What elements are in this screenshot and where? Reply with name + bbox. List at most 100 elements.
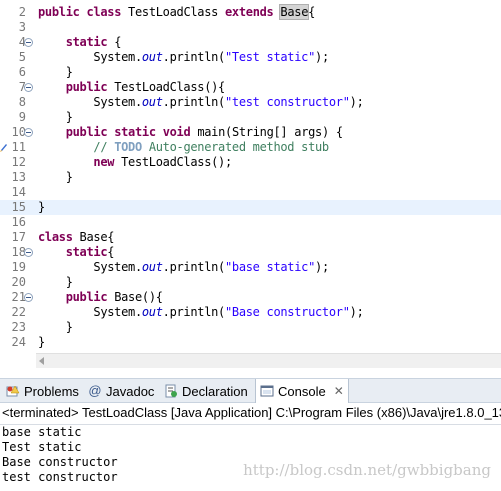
fold-collapse-icon[interactable] bbox=[24, 38, 33, 47]
scroll-left-arrow-icon[interactable] bbox=[39, 357, 44, 365]
code-line[interactable]: 20 } bbox=[0, 275, 501, 290]
line-number: 24 bbox=[11, 335, 26, 349]
code-token: } bbox=[38, 275, 73, 289]
line-number: 2 bbox=[18, 5, 26, 19]
console-output-line: Test static bbox=[2, 440, 82, 454]
code-token: ); bbox=[349, 95, 364, 109]
code-line[interactable]: 10 public static void main(String[] args… bbox=[0, 125, 501, 140]
tab-console[interactable]: Console ✕ bbox=[255, 379, 349, 403]
line-number: 5 bbox=[18, 50, 26, 64]
code-token: // bbox=[93, 140, 115, 154]
code-line[interactable]: 19 System.out.println("base static"); bbox=[0, 260, 501, 275]
code-token: main(String[] args) { bbox=[190, 125, 343, 139]
code-token: ); bbox=[315, 260, 329, 274]
code-line[interactable]: 4 static { bbox=[0, 35, 501, 50]
tab-javadoc-label: Javadoc bbox=[106, 383, 155, 399]
code-text: } bbox=[38, 110, 73, 125]
code-line[interactable]: 24} bbox=[0, 335, 501, 350]
line-number: 23 bbox=[11, 320, 26, 334]
line-number: 14 bbox=[11, 185, 26, 199]
code-line[interactable]: 15} bbox=[0, 200, 501, 215]
code-line[interactable]: 16 bbox=[0, 215, 501, 230]
line-number: 20 bbox=[11, 275, 26, 289]
code-text: System.out.println("Base constructor"); bbox=[38, 305, 364, 320]
fold-collapse-icon[interactable] bbox=[24, 293, 33, 302]
line-number: 3 bbox=[18, 20, 26, 34]
code-line[interactable]: 18 static{ bbox=[0, 245, 501, 260]
code-line[interactable]: 22 System.out.println("Base constructor"… bbox=[0, 305, 501, 320]
code-line[interactable]: 5 System.out.println("Test static"); bbox=[0, 50, 501, 65]
fold-collapse-icon[interactable] bbox=[24, 128, 33, 137]
editor-horizontal-scrollbar[interactable] bbox=[36, 353, 501, 368]
code-token: ); bbox=[349, 305, 364, 319]
javadoc-icon: @ bbox=[88, 383, 102, 398]
tab-javadoc[interactable]: @ Javadoc bbox=[84, 379, 158, 403]
code-text: public Base(){ bbox=[38, 290, 163, 305]
watermark: http://blog.csdn.net/gwbbigbang bbox=[243, 461, 491, 479]
tab-problems-label: Problems bbox=[24, 383, 79, 399]
code-token: "Base constructor" bbox=[224, 305, 350, 319]
line-number: 10 bbox=[11, 125, 26, 139]
console-icon bbox=[260, 385, 274, 397]
code-token: .println( bbox=[162, 50, 226, 64]
fold-collapse-icon[interactable] bbox=[24, 83, 33, 92]
code-line[interactable]: 9 } bbox=[0, 110, 501, 125]
code-text: static { bbox=[38, 35, 122, 50]
code-token: Base{ bbox=[72, 230, 115, 244]
fold-collapse-icon[interactable] bbox=[24, 248, 33, 257]
close-icon[interactable]: ✕ bbox=[334, 384, 344, 398]
code-token: } bbox=[38, 200, 45, 214]
code-line[interactable]: 23 } bbox=[0, 320, 501, 335]
views-tab-bar: Problems @ Javadoc Declaration Console ✕ bbox=[0, 378, 501, 403]
console-output-line: base static bbox=[2, 425, 82, 439]
problems-icon bbox=[6, 385, 20, 397]
quick-fix-marker-icon[interactable] bbox=[0, 142, 8, 152]
code-text: public class TestLoadClass extends Base{ bbox=[38, 4, 316, 20]
code-token: class bbox=[86, 5, 122, 19]
code-line[interactable]: 3 bbox=[0, 20, 501, 35]
line-number: 8 bbox=[18, 95, 26, 109]
code-line[interactable]: 13 } bbox=[0, 170, 501, 185]
code-editor[interactable]: 2 public class TestLoadClass extends Base… bbox=[0, 0, 501, 368]
tab-declaration[interactable]: Declaration bbox=[160, 379, 252, 403]
declaration-icon bbox=[165, 384, 177, 398]
line-number: 17 bbox=[11, 230, 26, 244]
code-token: "Test static" bbox=[224, 50, 316, 64]
code-line[interactable]: 17 class Base{ bbox=[0, 230, 501, 245]
code-token: { bbox=[308, 5, 316, 19]
code-text: new TestLoadClass(); bbox=[38, 155, 232, 170]
code-token: .println( bbox=[162, 305, 226, 319]
code-token: } bbox=[38, 110, 73, 124]
code-line[interactable]: 2 public class TestLoadClass extends Base… bbox=[0, 4, 501, 20]
code-line[interactable]: 11 // TODO Auto-generated method stub bbox=[0, 140, 501, 155]
code-token: static bbox=[114, 125, 156, 139]
code-line[interactable]: 6 } bbox=[0, 65, 501, 80]
line-number: 13 bbox=[11, 170, 26, 184]
code-line[interactable]: 8 System.out.println("test constructor")… bbox=[0, 95, 501, 110]
code-line[interactable]: 21 public Base(){ bbox=[0, 290, 501, 305]
code-token: System. bbox=[38, 95, 142, 109]
line-number: 4 bbox=[18, 35, 26, 49]
code-token: ); bbox=[315, 50, 329, 64]
code-token: } bbox=[38, 65, 73, 79]
code-text: } bbox=[38, 170, 73, 185]
tab-console-label: Console bbox=[278, 383, 326, 399]
code-line[interactable]: 7 public TestLoadClass(){ bbox=[0, 80, 501, 95]
console-view[interactable]: <terminated> TestLoadClass [Java Applica… bbox=[0, 403, 501, 491]
tab-problems[interactable]: Problems bbox=[2, 379, 83, 403]
line-number: 15 bbox=[11, 200, 26, 214]
code-token: TestLoadClass(){ bbox=[107, 80, 225, 94]
line-number: 19 bbox=[11, 260, 26, 274]
code-token: { bbox=[107, 35, 122, 49]
code-line[interactable]: 14 bbox=[0, 185, 501, 200]
code-token: class bbox=[38, 230, 73, 244]
code-token: static bbox=[65, 35, 108, 49]
code-token: TestLoadClass bbox=[121, 5, 225, 19]
code-token: .println( bbox=[162, 95, 226, 109]
code-line[interactable]: 12 new TestLoadClass(); bbox=[0, 155, 501, 170]
